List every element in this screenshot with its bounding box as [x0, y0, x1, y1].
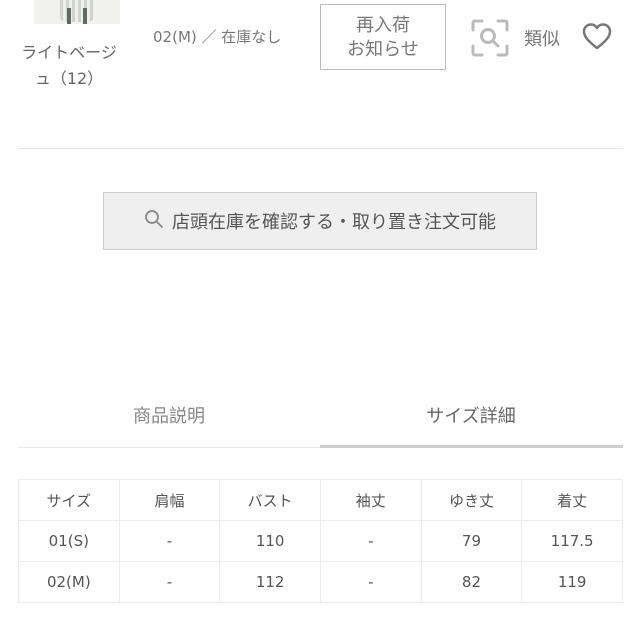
table-cell: 112 [219, 561, 321, 603]
store-stock-button[interactable]: 店頭在庫を確認する・取り置き注文可能 [103, 192, 537, 250]
table-cell: 01(S) [18, 520, 120, 562]
table-header-cell: 肩幅 [118, 479, 221, 521]
tab-description[interactable]: 商品説明 [18, 395, 320, 439]
table-cell: 119 [521, 561, 623, 603]
variant-thumbnail[interactable] [34, 0, 120, 24]
restock-label-line1: 再入荷 [356, 15, 410, 36]
table-cell: - [319, 561, 422, 603]
table-header-cell: ゆき丈 [420, 479, 523, 521]
table-header-cell: サイズ [18, 479, 120, 521]
search-icon [144, 209, 172, 234]
tab-active-indicator [320, 445, 623, 448]
detail-tabs: 商品説明 サイズ詳細 [18, 395, 623, 449]
section-divider [18, 148, 623, 149]
store-stock-label: 店頭在庫を確認する・取り置き注文可能 [172, 212, 496, 233]
table-cell: 117.5 [521, 520, 623, 562]
garment-detail [83, 8, 87, 24]
garment-image [60, 0, 94, 22]
restock-notify-button[interactable]: 再入荷 お知らせ [320, 4, 446, 70]
table-cell: - [319, 520, 422, 562]
table-cell: 79 [420, 520, 523, 562]
size-table: サイズ 肩幅 バスト 袖丈 ゆき丈 着丈 01(S) - 110 - 79 11… [18, 479, 623, 603]
similar-label: 類似 [524, 29, 560, 50]
table-row: 02(M) - 112 - 82 119 [18, 561, 623, 603]
size-stock-status: 02(M) ／ 在庫なし [153, 28, 282, 46]
table-cell: - [118, 561, 221, 603]
variant-color-name: ライトベージュ（12） [21, 43, 117, 88]
table-cell: - [118, 520, 221, 562]
table-header-cell: 袖丈 [319, 479, 422, 521]
image-search-icon [470, 18, 510, 58]
heart-icon[interactable] [582, 22, 612, 54]
table-cell: 02(M) [18, 561, 120, 603]
similar-items-button[interactable]: 類似 [470, 18, 560, 58]
table-cell: 82 [420, 561, 523, 603]
restock-label-line2: お知らせ [347, 39, 419, 60]
tab-size-details[interactable]: サイズ詳細 [320, 395, 622, 439]
table-header-cell: 着丈 [521, 479, 623, 521]
table-cell: 110 [219, 520, 321, 562]
table-header-cell: バスト [219, 479, 321, 521]
table-header-row: サイズ 肩幅 バスト 袖丈 ゆき丈 着丈 [18, 479, 623, 521]
garment-detail [67, 8, 71, 24]
table-row: 01(S) - 110 - 79 117.5 [18, 520, 623, 562]
